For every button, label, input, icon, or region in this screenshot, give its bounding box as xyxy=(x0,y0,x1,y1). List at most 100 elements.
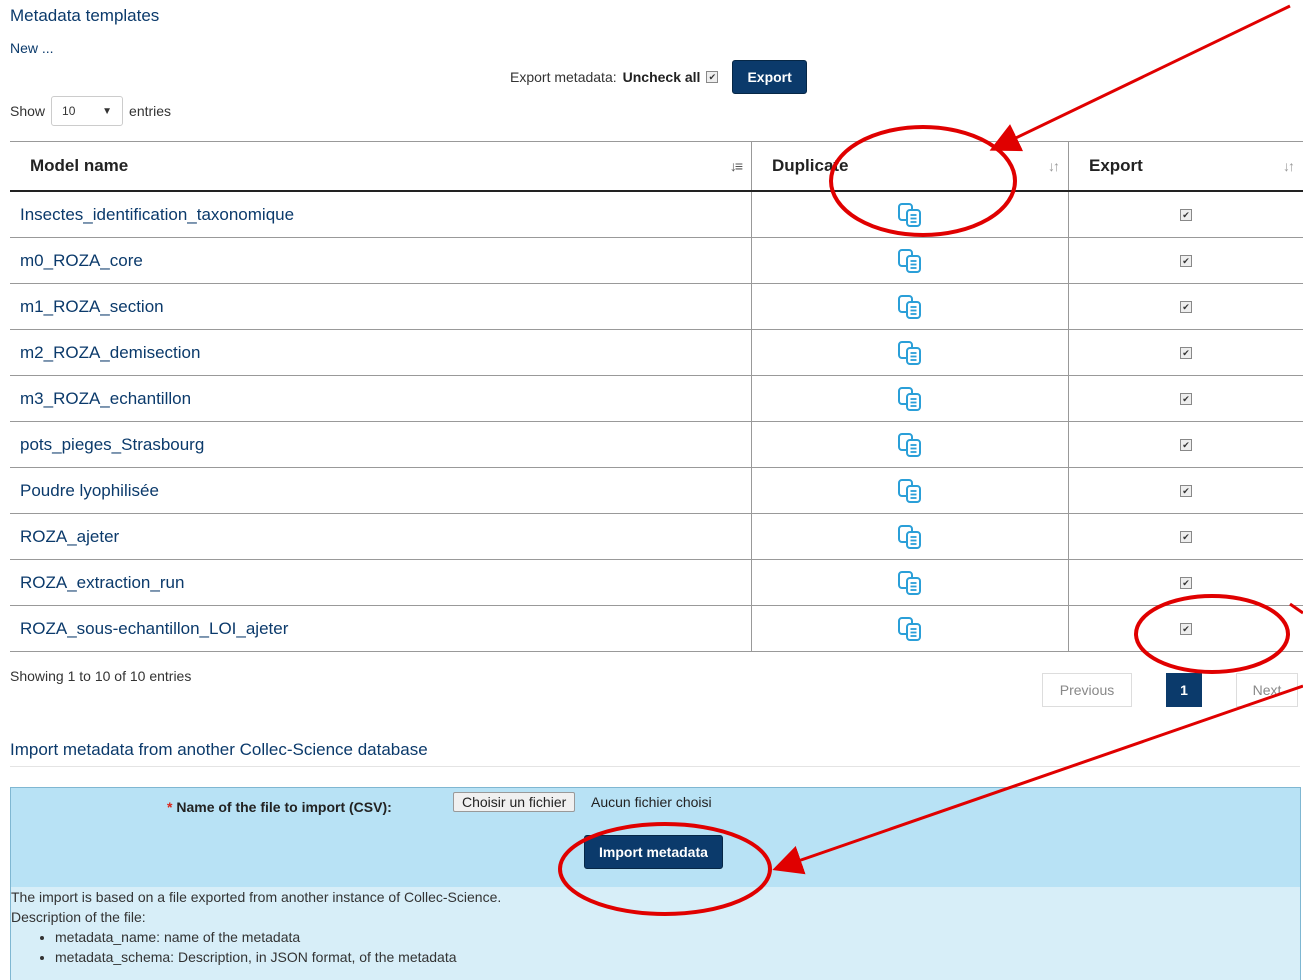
export-checkbox[interactable]: ✔ xyxy=(1180,623,1192,636)
table-row: ROZA_ajeter ✔ xyxy=(10,513,1303,560)
divider xyxy=(10,766,1300,767)
choose-file-button[interactable]: Choisir un fichier xyxy=(453,792,576,812)
export-checkbox[interactable]: ✔ xyxy=(1180,485,1192,498)
export-button[interactable]: Export xyxy=(732,60,807,94)
model-name-link[interactable]: Insectes_identification_taxonomique xyxy=(10,191,752,238)
duplicate-icon[interactable] xyxy=(897,432,923,458)
import-help-item: metadata_schema: Description, in JSON fo… xyxy=(55,947,1300,967)
export-cell: ✔ xyxy=(1068,329,1303,376)
model-name-link[interactable]: m3_ROZA_echantillon xyxy=(10,375,752,422)
length-menu: Show 10 ▼ entries xyxy=(10,94,171,128)
export-checkbox[interactable]: ✔ xyxy=(1180,577,1192,590)
table-row: m0_ROZA_core ✔ xyxy=(10,237,1303,284)
page-1-button[interactable]: 1 xyxy=(1166,673,1202,707)
import-help-list: metadata_name: name of the metadata meta… xyxy=(11,927,1300,967)
entries-select[interactable]: 10 ▼ xyxy=(51,96,124,126)
import-section-title: Import metadata from another Collec-Scie… xyxy=(10,740,428,759)
column-header-model-name[interactable]: Model name ↓≡ xyxy=(10,141,752,192)
export-cell: ✔ xyxy=(1068,191,1303,238)
sort-icon[interactable]: ↓↑ xyxy=(1283,158,1295,174)
table-row: m1_ROZA_section ✔ xyxy=(10,283,1303,330)
import-help-line: Description of the file: xyxy=(11,909,146,925)
table-row: ROZA_extraction_run ✔ xyxy=(10,559,1303,606)
model-name-link[interactable]: ROZA_extraction_run xyxy=(10,559,752,606)
column-header-label: Duplicate xyxy=(772,156,849,175)
export-cell: ✔ xyxy=(1068,605,1303,652)
duplicate-cell xyxy=(751,375,1069,422)
sort-asc-icon[interactable]: ↓≡ xyxy=(730,158,743,174)
table-info: Showing 1 to 10 of 10 entries xyxy=(10,668,192,684)
duplicate-cell xyxy=(751,559,1069,606)
file-field-label-text: Name of the file to import (CSV): xyxy=(176,799,392,815)
file-status: Aucun fichier choisi xyxy=(591,794,712,810)
table-row: Insectes_identification_taxonomique ✔ xyxy=(10,191,1303,238)
export-metadata-label: Export metadata: xyxy=(510,69,617,85)
duplicate-icon[interactable] xyxy=(897,616,923,642)
import-form: * Name of the file to import (CSV): Choi… xyxy=(10,787,1301,980)
column-header-export[interactable]: Export ↓↑ xyxy=(1068,141,1303,192)
table-row: ROZA_sous-echantillon_LOI_ajeter ✔ xyxy=(10,605,1303,652)
export-bar: Export metadata: Uncheck all ✔ Export xyxy=(510,60,807,94)
import-metadata-button[interactable]: Import metadata xyxy=(584,835,723,869)
column-header-label: Model name xyxy=(30,156,129,175)
next-page-button[interactable]: Next xyxy=(1236,673,1298,707)
model-name-link[interactable]: Poudre lyophilisée xyxy=(10,467,752,514)
export-cell: ✔ xyxy=(1068,283,1303,330)
new-template-link[interactable]: New ... xyxy=(10,40,54,56)
duplicate-cell xyxy=(751,191,1069,238)
export-cell: ✔ xyxy=(1068,467,1303,514)
duplicate-cell xyxy=(751,329,1069,376)
duplicate-icon[interactable] xyxy=(897,294,923,320)
export-checkbox[interactable]: ✔ xyxy=(1180,255,1192,268)
page-title: Metadata templates xyxy=(10,6,160,25)
export-checkbox[interactable]: ✔ xyxy=(1180,301,1192,314)
chevron-down-icon: ▼ xyxy=(102,105,113,117)
entries-label: entries xyxy=(129,103,172,119)
duplicate-icon[interactable] xyxy=(897,386,923,412)
duplicate-cell xyxy=(751,605,1069,652)
duplicate-icon[interactable] xyxy=(897,340,923,366)
show-label: Show xyxy=(10,103,46,119)
metadata-table: Model name ↓≡ Duplicate ↓↑ Export ↓↑ Ins… xyxy=(10,141,1303,652)
column-header-duplicate[interactable]: Duplicate ↓↑ xyxy=(751,141,1069,192)
duplicate-cell xyxy=(751,237,1069,284)
import-help-line: The import is based on a file exported f… xyxy=(11,889,502,905)
file-field-label: * Name of the file to import (CSV): xyxy=(167,799,392,815)
export-checkbox[interactable]: ✔ xyxy=(1180,393,1192,406)
export-checkbox[interactable]: ✔ xyxy=(1180,531,1192,544)
duplicate-cell xyxy=(751,421,1069,468)
sort-icon[interactable]: ↓↑ xyxy=(1048,158,1060,174)
model-name-link[interactable]: ROZA_sous-echantillon_LOI_ajeter xyxy=(10,605,752,652)
export-checkbox[interactable]: ✔ xyxy=(1180,209,1192,222)
export-cell: ✔ xyxy=(1068,513,1303,560)
previous-page-button[interactable]: Previous xyxy=(1042,673,1132,707)
duplicate-icon[interactable] xyxy=(897,524,923,550)
import-help: The import is based on a file exported f… xyxy=(11,887,1300,980)
export-cell: ✔ xyxy=(1068,237,1303,284)
duplicate-icon[interactable] xyxy=(897,248,923,274)
duplicate-icon[interactable] xyxy=(897,478,923,504)
table-row: m3_ROZA_echantillon ✔ xyxy=(10,375,1303,422)
entries-select-value: 10 xyxy=(62,104,76,118)
table-row: Poudre lyophilisée ✔ xyxy=(10,467,1303,514)
annotation-arrow xyxy=(989,4,1291,152)
model-name-link[interactable]: m1_ROZA_section xyxy=(10,283,752,330)
export-cell: ✔ xyxy=(1068,375,1303,422)
duplicate-cell xyxy=(751,283,1069,330)
uncheck-all-link[interactable]: Uncheck all xyxy=(623,69,701,85)
import-help-item: metadata_name: name of the metadata xyxy=(55,927,1300,947)
table-row: m2_ROZA_demisection ✔ xyxy=(10,329,1303,376)
model-name-link[interactable]: m0_ROZA_core xyxy=(10,237,752,284)
uncheck-all-checkbox[interactable]: ✔ xyxy=(706,71,719,83)
duplicate-icon[interactable] xyxy=(897,202,923,228)
export-checkbox[interactable]: ✔ xyxy=(1180,439,1192,452)
duplicate-icon[interactable] xyxy=(897,570,923,596)
model-name-link[interactable]: pots_pieges_Strasbourg xyxy=(10,421,752,468)
required-mark: * xyxy=(167,799,173,815)
model-name-link[interactable]: m2_ROZA_demisection xyxy=(10,329,752,376)
export-cell: ✔ xyxy=(1068,559,1303,606)
export-checkbox[interactable]: ✔ xyxy=(1180,347,1192,360)
duplicate-cell xyxy=(751,513,1069,560)
model-name-link[interactable]: ROZA_ajeter xyxy=(10,513,752,560)
table-row: pots_pieges_Strasbourg ✔ xyxy=(10,421,1303,468)
